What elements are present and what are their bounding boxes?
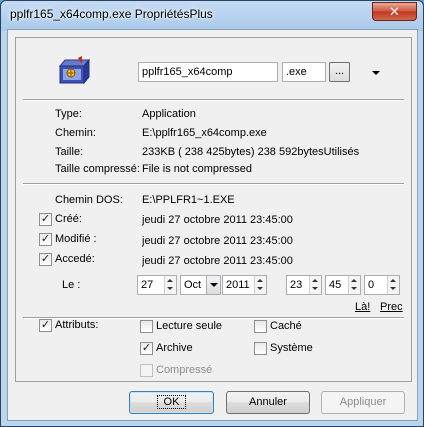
file-name-input[interactable]: pplfr165_x64comp [138,62,278,82]
second-value: 0 [368,279,375,291]
second-spin-arrows[interactable] [387,276,399,294]
modified-label: Modifié : [55,233,97,245]
readonly-label: Lecture seule [156,320,223,332]
compressed-checkbox [140,364,153,377]
year-spinbox[interactable]: 2011 [222,275,267,295]
month-value: Oct [184,279,202,291]
year-spin-arrows[interactable] [254,276,266,294]
apply-button[interactable]: Appliquer [321,391,405,414]
archive-label: Archive [156,342,193,354]
window-title: pplfr165_x64comp.exe PropriétésPlus [10,7,213,21]
hour-spinbox[interactable]: 23 [286,275,322,295]
size-label: Taille: [55,146,84,158]
cancel-button[interactable]: Annuler [226,391,310,414]
hour-value: 23 [290,279,303,291]
hour-spin-arrows[interactable] [309,276,321,294]
minute-spin-arrows[interactable] [348,276,360,294]
prev-link[interactable]: Prec [380,301,403,313]
month-combobox[interactable]: Oct [180,275,221,295]
created-value: jeudi 27 octobre 2011 23:45:00 [142,214,293,226]
day-value: 27 [141,279,154,291]
accessed-checkbox[interactable]: ✓ [39,253,52,266]
close-button[interactable]: ✕ [372,2,417,21]
day-spinbox[interactable]: 27 [137,275,177,295]
now-link[interactable]: Là! [355,301,370,313]
hidden-checkbox[interactable] [254,320,267,333]
dos-path-value: E:\PPLFR1~1.EXE [142,194,235,206]
modified-checkbox[interactable]: ✓ [39,233,52,246]
path-value: E:\pplfr165_x64comp.exe [142,127,267,139]
accessed-label: Accedé: [55,253,95,265]
type-label: Type: [55,108,82,120]
separator [23,183,404,185]
separator [23,99,404,101]
attributes-label: Attributs: [55,319,99,331]
year-value: 2011 [226,279,250,291]
menu-dropdown-icon[interactable] [372,71,380,75]
compressed-size-value: File is not compressed [142,163,253,175]
browse-button[interactable]: ... [329,62,350,82]
archive-checkbox[interactable]: ✓ [140,342,153,355]
accessed-value: jeudi 27 octobre 2011 23:45:00 [142,255,293,267]
ok-button[interactable]: OK [129,391,214,414]
file-extension-input[interactable]: .exe [282,62,326,82]
second-spinbox[interactable]: 0 [364,275,400,295]
day-spin-arrows[interactable] [164,276,176,294]
ok-button-label: OK [156,395,187,409]
system-label: Système [270,342,313,354]
title-bar[interactable]: pplfr165_x64comp.exe PropriétésPlus ✕ [1,1,423,29]
path-label: Chemin: [55,127,96,139]
modified-value: jeudi 27 octobre 2011 23:45:00 [142,235,293,247]
size-value: 233KB ( 238 425bytes) 238 592bytesUtilis… [142,146,360,158]
compressed-size-label: Taille compressé: [55,163,140,175]
compressed-label: Compressé [156,364,213,376]
type-value: Application [142,108,196,120]
properties-panel: pplfr165_x64comp .exe ... Type: Applicat… [15,37,412,382]
le-label: Le : [62,279,81,291]
minute-value: 45 [329,279,342,291]
executable-file-icon [58,56,91,85]
system-checkbox[interactable] [254,342,267,355]
created-checkbox[interactable]: ✓ [39,213,52,226]
readonly-checkbox[interactable] [140,320,153,333]
properties-window: pplfr165_x64comp.exe PropriétésPlus ✕ pp… [0,0,424,427]
attributes-checkbox[interactable]: ✓ [39,319,52,332]
created-label: Créé: [55,213,82,225]
dialog-client: pplfr165_x64comp .exe ... Type: Applicat… [7,29,418,421]
hidden-label: Caché [270,320,302,332]
dos-path-label: Chemin DOS: [55,194,123,206]
month-dropdown-icon[interactable] [206,276,220,294]
minute-spinbox[interactable]: 45 [325,275,361,295]
